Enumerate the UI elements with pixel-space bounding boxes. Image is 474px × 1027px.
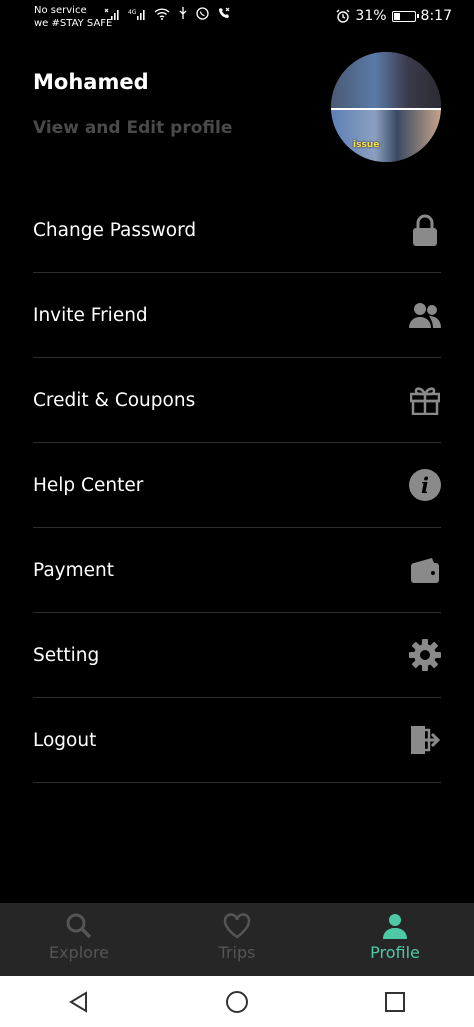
signal-off-icon	[104, 8, 119, 20]
menu-item-label: Invite Friend	[33, 304, 148, 326]
nav-label: Profile	[370, 943, 420, 962]
nav-label: Explore	[48, 943, 110, 962]
bottom-nav: Explore Trips Profile	[0, 903, 474, 976]
menu-item-label: Payment	[33, 559, 114, 581]
menu-item-label: Change Password	[33, 219, 197, 241]
battery-level-fill	[393, 12, 400, 20]
avatar-photo-bottom	[331, 110, 441, 162]
menu-item-setting[interactable]: Setting	[33, 613, 441, 698]
person-icon	[383, 914, 407, 939]
recents-button[interactable]	[365, 982, 425, 1022]
home-button[interactable]	[207, 982, 267, 1022]
signal-4g-icon: 4G	[128, 9, 145, 20]
gear-icon	[409, 639, 441, 671]
gift-icon	[409, 384, 441, 416]
alarm-icon	[336, 9, 350, 23]
nav-profile[interactable]: Profile	[316, 903, 474, 976]
usb-icon	[179, 7, 187, 19]
wifi-icon	[154, 7, 170, 20]
menu-item-payment[interactable]: Payment	[33, 528, 441, 613]
heart-icon	[223, 913, 251, 939]
avatar-caption: issue	[353, 140, 380, 150]
menu-item-label: Setting	[33, 644, 100, 666]
profile-name: Mohamed	[33, 70, 149, 94]
whatsapp-icon	[196, 7, 209, 20]
info-icon: i	[409, 469, 441, 501]
clock: 8:17	[420, 8, 452, 24]
avatar[interactable]: issue	[331, 52, 441, 162]
profile-menu: Change Password Invite Friend Credit & C…	[33, 188, 441, 783]
carrier-info: No service we #STAY SAFE	[34, 4, 112, 30]
battery-percent: 31%	[355, 8, 387, 24]
battery-icon	[391, 10, 419, 22]
lock-icon	[409, 214, 441, 246]
menu-item-invite-friend[interactable]: Invite Friend	[33, 273, 441, 358]
recents-square-icon	[385, 991, 405, 1012]
search-icon	[66, 913, 92, 939]
system-nav-bar	[0, 976, 474, 1027]
menu-item-help-center[interactable]: Help Center i	[33, 443, 441, 528]
menu-item-label: Logout	[33, 729, 97, 751]
status-bar: No service we #STAY SAFE 4G 31% 8:17	[0, 0, 474, 34]
carrier-line-2: we #STAY SAFE	[34, 18, 113, 29]
view-edit-profile-link[interactable]: View and Edit profile	[33, 118, 232, 138]
home-circle-icon	[226, 990, 248, 1013]
nav-trips[interactable]: Trips	[158, 903, 316, 976]
carrier-line-1: No service	[34, 5, 87, 16]
menu-item-label: Help Center	[33, 474, 144, 496]
svg-text:4G: 4G	[128, 9, 137, 16]
svg-text:i: i	[421, 473, 429, 498]
status-right: 31% 8:17	[336, 8, 452, 24]
logout-icon	[409, 724, 441, 756]
back-triangle-icon	[69, 990, 87, 1013]
menu-item-credit-coupons[interactable]: Credit & Coupons	[33, 358, 441, 443]
nav-label: Trips	[218, 943, 256, 962]
nav-explore[interactable]: Explore	[0, 903, 158, 976]
users-icon	[409, 299, 441, 331]
back-button[interactable]	[49, 982, 109, 1022]
avatar-photo-top	[331, 52, 441, 109]
missed-call-icon	[219, 7, 230, 18]
menu-item-logout[interactable]: Logout	[33, 698, 441, 783]
status-icons: 4G	[104, 7, 231, 20]
wallet-icon	[409, 554, 441, 586]
menu-item-change-password[interactable]: Change Password	[33, 188, 441, 273]
menu-item-label: Credit & Coupons	[33, 389, 196, 411]
